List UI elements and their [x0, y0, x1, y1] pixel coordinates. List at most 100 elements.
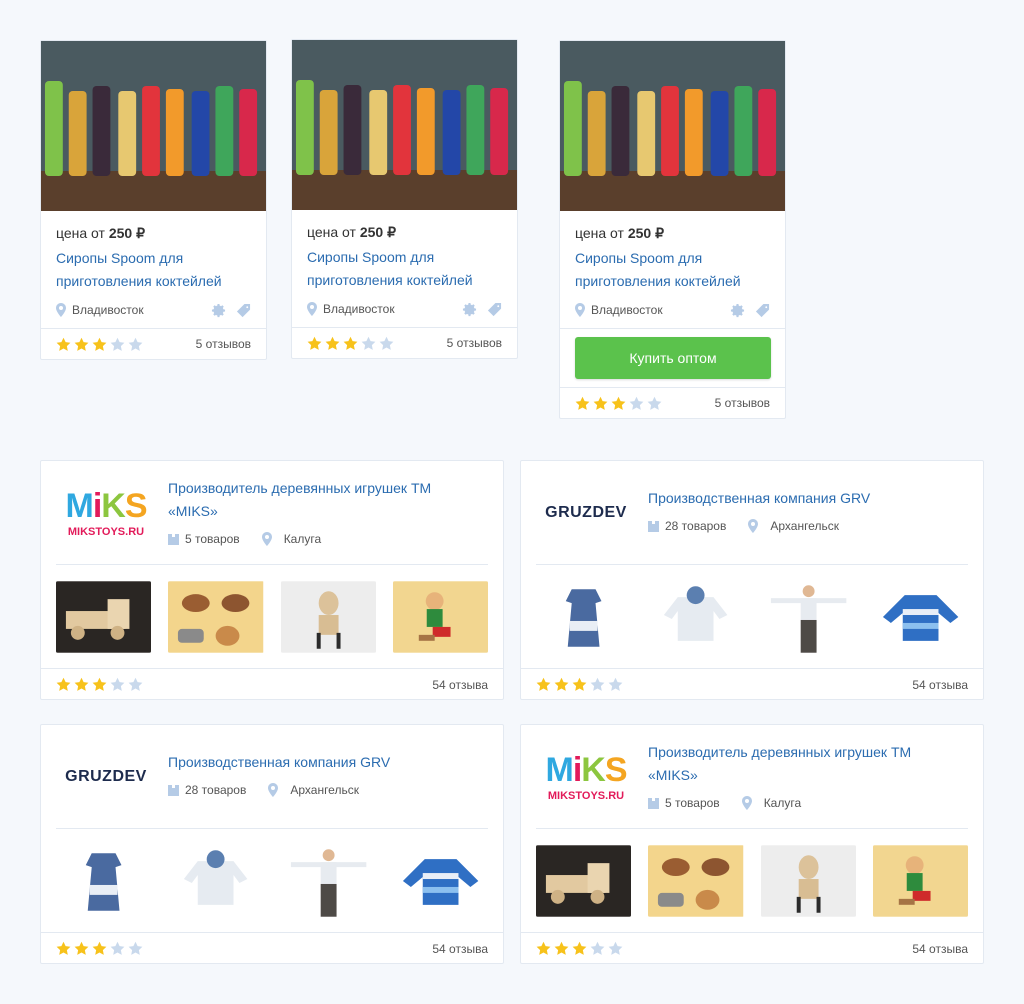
company-title-link[interactable]: Производственная компания GRV — [648, 487, 968, 510]
star-empty-icon — [608, 941, 623, 956]
company-logo[interactable]: GRUZDEV — [536, 461, 636, 565]
goods-count[interactable]: 5 товаров — [185, 532, 240, 546]
company-card[interactable]: GRUZDEV Производственная компания GRV 28… — [40, 724, 504, 964]
reviews-count[interactable]: 54 отзыва — [912, 678, 968, 692]
reviews-count[interactable]: 54 отзыва — [432, 678, 488, 692]
star-filled-icon — [92, 941, 107, 956]
company-card[interactable]: MiKS MIKSTOYS.RU Производитель деревянны… — [520, 724, 984, 964]
star-empty-icon — [361, 336, 376, 351]
thumb-knit-hoodie[interactable] — [168, 844, 264, 917]
star-filled-icon — [536, 941, 551, 956]
star-filled-icon — [74, 337, 89, 352]
goods-count[interactable]: 28 товаров — [185, 783, 246, 797]
company-logo[interactable]: MiKS MIKSTOYS.RU — [536, 725, 636, 829]
thumb-child-in-sweater[interactable] — [760, 580, 856, 653]
thumb-wooden-truck[interactable] — [536, 844, 632, 917]
company-title-link[interactable]: Производственная компания GRV — [168, 751, 488, 774]
star-empty-icon — [110, 677, 125, 692]
goods-count[interactable]: 5 товаров — [665, 796, 720, 810]
rating-stars — [536, 677, 623, 692]
thumb-knit-dress[interactable] — [56, 844, 152, 917]
star-filled-icon — [74, 941, 89, 956]
thumb-striped-sweater[interactable] — [872, 580, 968, 653]
reviews-count[interactable]: 5 отзывов — [196, 337, 251, 351]
star-filled-icon — [56, 677, 71, 692]
reviews-count[interactable]: 5 отзывов — [715, 396, 770, 410]
star-filled-icon — [325, 336, 340, 351]
product-title-link[interactable]: Сиропы Spoom для приготовления коктейлей — [575, 247, 770, 293]
rating-stars — [56, 337, 143, 352]
star-filled-icon — [56, 941, 71, 956]
goods-icon — [648, 798, 659, 809]
star-empty-icon — [379, 336, 394, 351]
star-filled-icon — [575, 396, 590, 411]
price: цена от 250 ₽ — [56, 225, 145, 241]
city: Архангельск — [290, 783, 359, 797]
star-filled-icon — [92, 677, 107, 692]
product-image[interactable] — [560, 41, 785, 211]
star-filled-icon — [536, 677, 551, 692]
thumb-wooden-truck[interactable] — [56, 580, 152, 653]
star-empty-icon — [590, 677, 605, 692]
star-filled-icon — [572, 941, 587, 956]
product-card[interactable]: цена от 250 ₽ Сиропы Spoom для приготовле… — [40, 40, 267, 360]
thumb-wooden-deer-chair[interactable] — [760, 844, 856, 917]
product-card[interactable]: цена от 250 ₽ Сиропы Spoom для приготовле… — [559, 40, 786, 419]
city: Калуга — [763, 796, 802, 810]
location-pin-icon — [56, 303, 66, 317]
thumb-knit-hoodie[interactable] — [648, 580, 744, 653]
star-filled-icon — [307, 336, 322, 351]
star-empty-icon — [110, 337, 125, 352]
thumb-knit-dress[interactable] — [536, 580, 632, 653]
product-card[interactable]: цена от 250 ₽ Сиропы Spoom для приготовле… — [291, 39, 518, 359]
buy-wholesale-button[interactable]: Купить оптом — [575, 337, 771, 379]
goods-count[interactable]: 28 товаров — [665, 519, 726, 533]
star-empty-icon — [608, 677, 623, 692]
company-logo[interactable]: MiKS MIKSTOYS.RU — [56, 461, 156, 565]
city: Владивосток — [323, 302, 395, 316]
star-filled-icon — [611, 396, 626, 411]
city: Калуга — [283, 532, 322, 546]
star-filled-icon — [572, 677, 587, 692]
star-empty-icon — [128, 941, 143, 956]
company-title-link[interactable]: Производитель деревянных игрушек ТМ «MIKS… — [648, 741, 968, 787]
thumb-wooden-pinocchio[interactable] — [392, 580, 488, 653]
price: цена от 250 ₽ — [307, 224, 396, 240]
gear-icon[interactable] — [730, 303, 745, 318]
star-empty-icon — [110, 941, 125, 956]
star-filled-icon — [593, 396, 608, 411]
thumb-child-in-sweater[interactable] — [280, 844, 376, 917]
city: Владивосток — [72, 303, 144, 317]
rating-stars — [575, 396, 662, 411]
goods-icon — [168, 534, 179, 545]
reviews-count[interactable]: 5 отзывов — [447, 336, 502, 350]
star-empty-icon — [128, 677, 143, 692]
location-pin-icon — [307, 302, 317, 316]
company-card[interactable]: GRUZDEV Производственная компания GRV 28… — [520, 460, 984, 700]
star-filled-icon — [343, 336, 358, 351]
company-logo[interactable]: GRUZDEV — [56, 725, 156, 829]
rating-stars — [536, 941, 623, 956]
gear-icon[interactable] — [462, 302, 477, 317]
company-title-link[interactable]: Производитель деревянных игрушек ТМ «MIKS… — [168, 477, 488, 523]
tag-icon[interactable] — [487, 302, 502, 317]
reviews-count[interactable]: 54 отзыва — [432, 942, 488, 956]
product-title-link[interactable]: Сиропы Spoom для приготовления коктейлей — [56, 247, 251, 293]
thumb-striped-sweater[interactable] — [392, 844, 488, 917]
company-card[interactable]: MiKS MIKSTOYS.RU Производитель деревянны… — [40, 460, 504, 700]
tag-icon[interactable] — [236, 303, 251, 318]
gear-icon[interactable] — [211, 303, 226, 318]
tag-icon[interactable] — [755, 303, 770, 318]
star-filled-icon — [554, 941, 569, 956]
thumb-wooden-birds[interactable] — [168, 580, 264, 653]
product-image[interactable] — [292, 40, 517, 210]
thumb-wooden-pinocchio[interactable] — [872, 844, 968, 917]
reviews-count[interactable]: 54 отзыва — [912, 942, 968, 956]
product-image[interactable] — [41, 41, 266, 211]
star-empty-icon — [128, 337, 143, 352]
rating-stars — [56, 677, 143, 692]
thumb-wooden-deer-chair[interactable] — [280, 580, 376, 653]
goods-icon — [168, 785, 179, 796]
product-title-link[interactable]: Сиропы Spoom для приготовления коктейлей — [307, 246, 502, 292]
thumb-wooden-birds[interactable] — [648, 844, 744, 917]
